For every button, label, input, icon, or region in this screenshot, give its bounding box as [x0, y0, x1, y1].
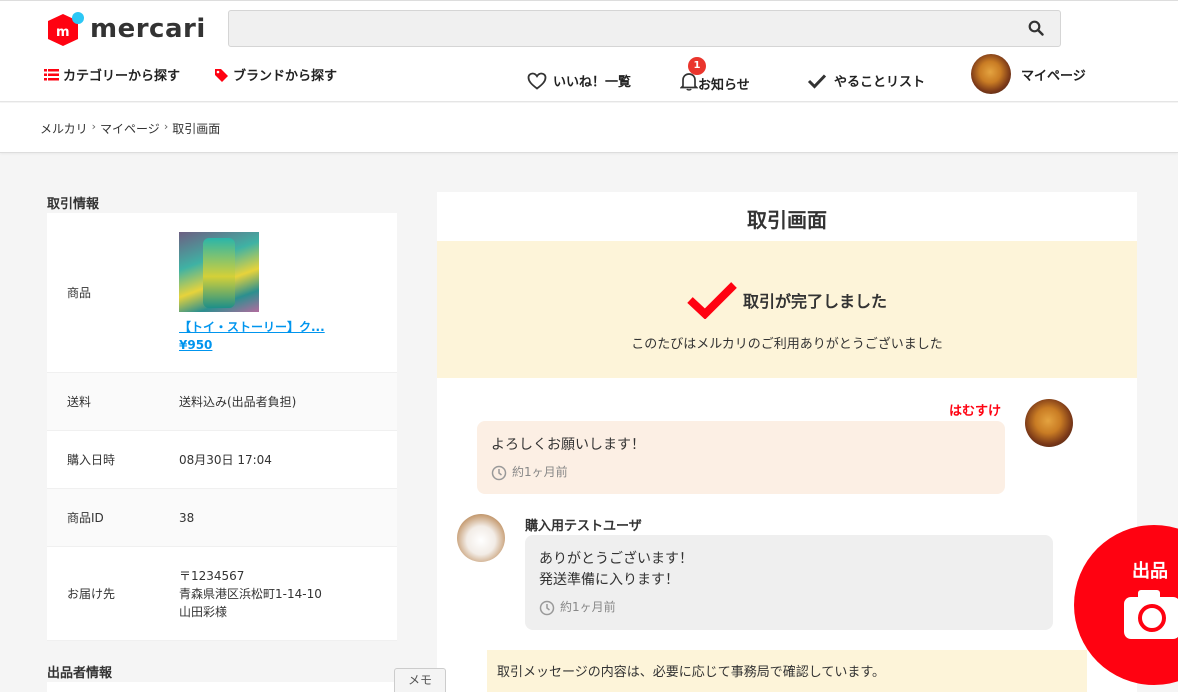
nav-likes-label: いいね！一覧 — [553, 75, 632, 90]
completion-title: 取引が完了しました — [742, 292, 887, 311]
breadcrumb-separator: › — [91, 120, 97, 133]
message-text: よろしくお願いします！ — [491, 437, 645, 453]
completion-banner: 取引が完了しました このたびはメルカリのご利用ありがとうございました — [437, 241, 1137, 378]
breadcrumb-item-home[interactable]: メルカリ — [40, 120, 88, 137]
product-id-value: 38 — [179, 510, 195, 525]
nav-notifications-label: お知らせ — [698, 77, 750, 93]
info-row-shipping: 送料 送料込み(出品者負担) — [47, 373, 397, 431]
sell-button-label: 出品 — [1132, 561, 1168, 582]
purchase-date-label: 購入日時 — [67, 453, 116, 467]
seller-info-box — [47, 682, 397, 692]
search-bar[interactable] — [228, 10, 1061, 47]
message-time-text: 約1ヶ月前 — [512, 465, 568, 479]
delivery-name: 山田彩様 — [179, 604, 228, 619]
completion-subtitle: このたびはメルカリのご利用ありがとうございました — [631, 337, 943, 352]
nav-likes[interactable]: いいね！一覧 — [527, 71, 631, 90]
message-text-line2: 発送準備に入ります！ — [539, 572, 679, 588]
delivery-address: 青森県港区浜松町1-14-10 — [179, 586, 322, 601]
product-thumbnail[interactable] — [179, 231, 259, 312]
search-input[interactable] — [229, 11, 1060, 46]
message-sender-name: 購入用テストユーザ — [525, 519, 642, 534]
shipping-label: 送料 — [67, 395, 92, 409]
message-text-line1: ありがとうございます！ — [539, 551, 693, 567]
sender-avatar[interactable] — [1025, 399, 1073, 447]
memo-tab[interactable]: メモ — [394, 668, 446, 692]
nav-mypage[interactable]: マイページ — [971, 54, 1086, 94]
message-bubble: よろしくお願いします！ 約1ヶ月前 — [477, 421, 1005, 494]
delivery-label: お届け先 — [67, 587, 116, 601]
message-sender-name: はむすけ — [949, 404, 1002, 419]
breadcrumb-separator: › — [163, 120, 169, 133]
delivery-postal: 〒1234567 — [179, 568, 245, 583]
product-id-label: 商品ID — [67, 511, 104, 525]
buyer-avatar[interactable] — [457, 514, 505, 562]
search-icon[interactable] — [1028, 20, 1044, 36]
info-row-delivery: お届け先 〒1234567 青森県港区浜松町1-14-10 山田彩様 — [47, 547, 397, 641]
nav-todo-label: やることリスト — [834, 75, 926, 90]
shipping-value: 送料込み(出品者負担) — [179, 394, 297, 409]
transaction-panel: 取引画面 取引が完了しました このたびはメルカリのご利用ありがとうございました … — [437, 192, 1137, 692]
mercari-logo-mark: m — [48, 12, 84, 46]
message-bubble: ありがとうございます！ 発送準備に入ります！ 約1ヶ月前 — [525, 535, 1053, 630]
user-avatar — [971, 54, 1011, 94]
transaction-info-table: 商品 【トイ・ストーリー】ク... ¥950 送料 送料込み(出品者負担) 購入… — [47, 213, 397, 641]
purchase-date-value: 08月30日 17:04 — [179, 452, 272, 467]
heart-icon — [527, 72, 547, 90]
transaction-info-title: 取引情報 — [47, 197, 100, 212]
product-name-link[interactable]: 【トイ・ストーリー】ク... — [179, 318, 397, 336]
product-label: 商品 — [67, 286, 92, 300]
breadcrumb: メルカリ › マイページ › 取引画面 — [40, 120, 220, 137]
message-time: 約1ヶ月前 — [491, 462, 991, 483]
breadcrumb-bar: メルカリ › マイページ › 取引画面 — [0, 103, 1178, 153]
info-row-product: 商品 【トイ・ストーリー】ク... ¥950 — [47, 213, 397, 373]
clock-icon — [539, 600, 555, 615]
moderation-notice: 取引メッセージの内容は、必要に応じて事務局で確認しています。 — [487, 650, 1087, 692]
breadcrumb-item-mypage[interactable]: マイページ — [100, 120, 160, 137]
panel-title: 取引画面 — [747, 208, 827, 232]
mercari-logo[interactable]: m mercari — [48, 12, 206, 46]
info-row-product-id: 商品ID 38 — [47, 489, 397, 547]
product-price-link[interactable]: ¥950 — [179, 336, 397, 354]
message-time-text: 約1ヶ月前 — [560, 600, 616, 614]
logo-text: mercari — [90, 14, 206, 44]
nav-mypage-label: マイページ — [1021, 68, 1086, 84]
info-row-purchase-date: 購入日時 08月30日 17:04 — [47, 431, 397, 489]
notification-badge: 1 — [688, 57, 706, 75]
checkmark-icon — [807, 73, 827, 89]
site-header: m mercari カテゴリーから探す ブランドから探す いいね！一覧 1 お知… — [0, 0, 1178, 102]
seller-info-title: 出品者情報 — [47, 666, 113, 681]
nav-notifications[interactable]: 1 お知らせ — [679, 57, 750, 95]
check-icon — [687, 282, 737, 319]
message-time: 約1ヶ月前 — [539, 597, 1039, 618]
breadcrumb-item-current: 取引画面 — [172, 122, 221, 136]
clock-icon — [491, 465, 507, 480]
nav-todo[interactable]: やることリスト — [807, 71, 925, 90]
camera-icon — [1124, 590, 1178, 639]
